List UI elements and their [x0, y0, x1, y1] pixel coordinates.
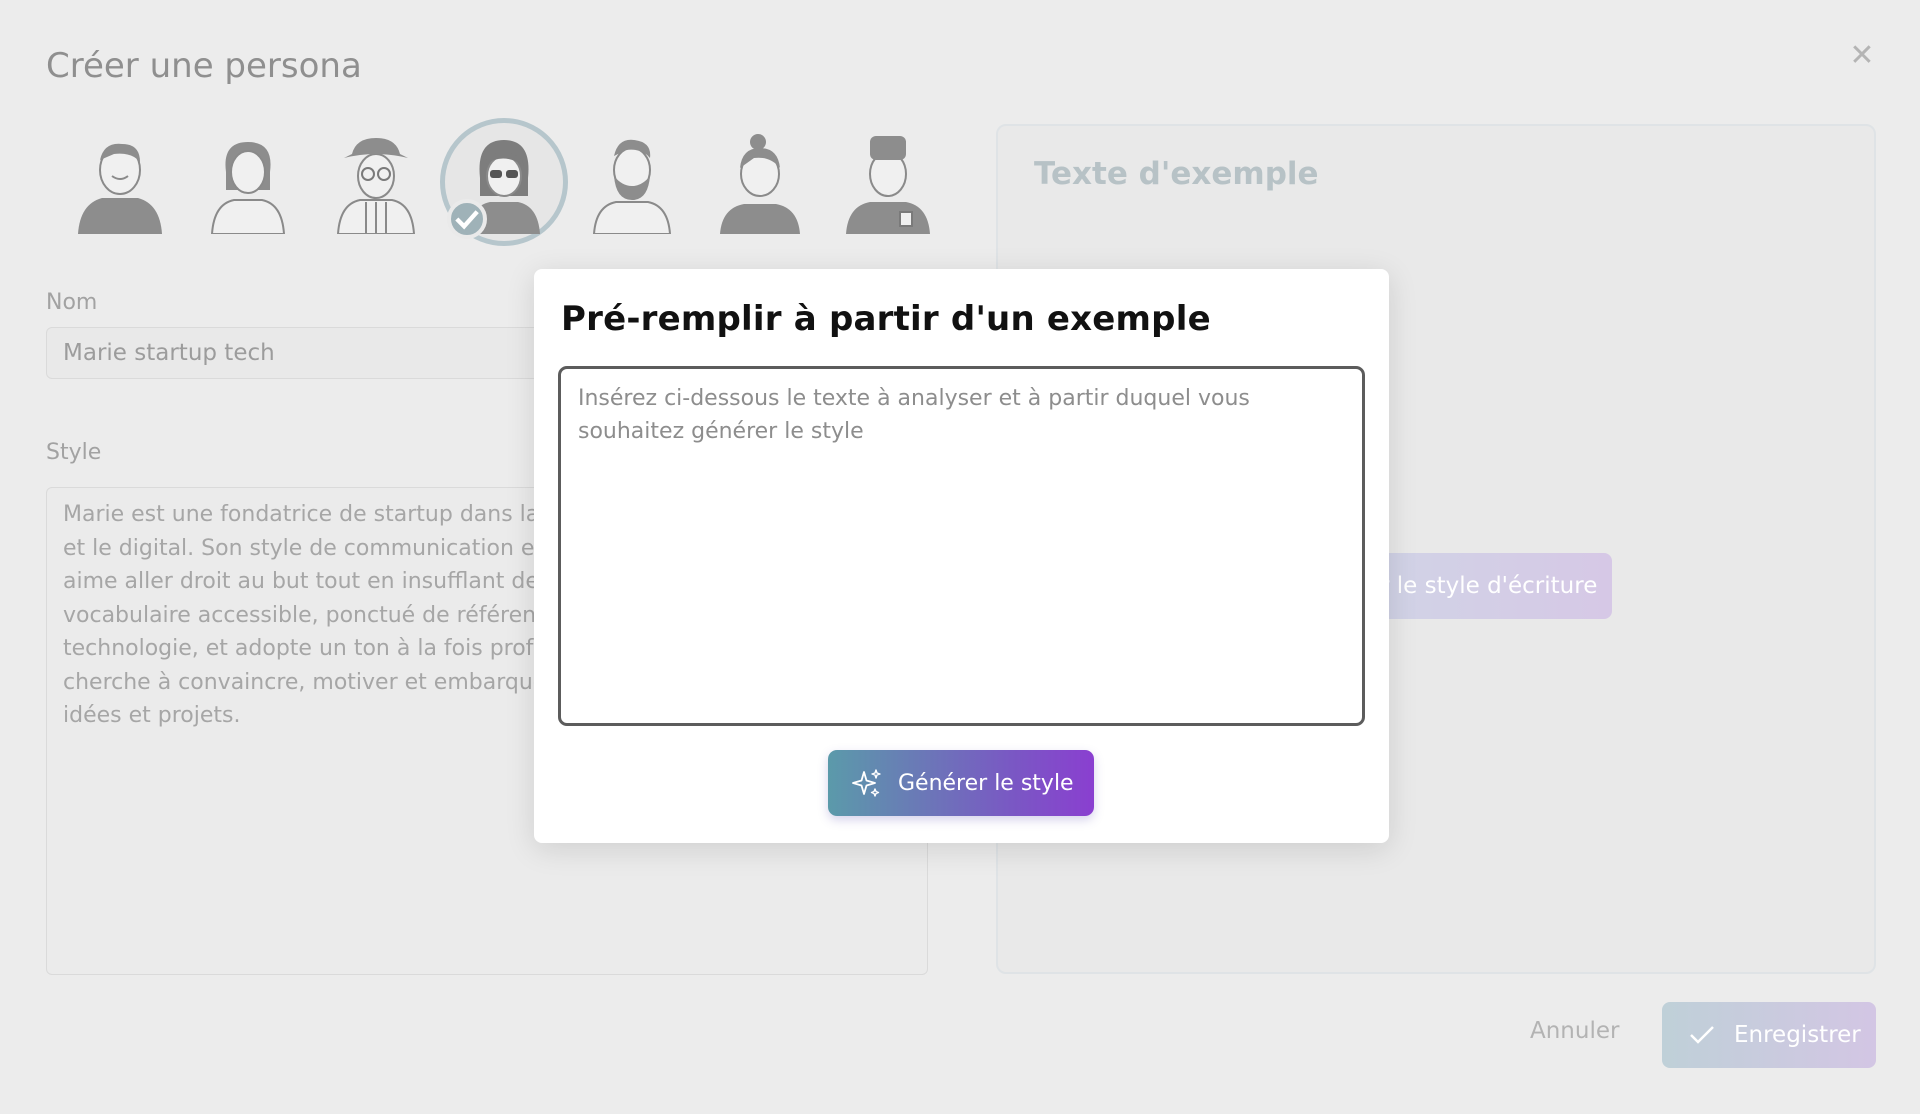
cancel-button[interactable]: Annuler [1530, 1018, 1619, 1044]
dialog-title: Créer une persona [46, 46, 362, 86]
save-button[interactable]: Enregistrer [1662, 1002, 1876, 1068]
save-button-label: Enregistrer [1734, 1022, 1861, 1048]
checkmark-icon [1690, 1026, 1714, 1044]
avatar-woman-sunglasses[interactable] [440, 118, 568, 246]
generate-style-label: Générer le style [898, 770, 1074, 796]
avatar-man-coffee[interactable] [824, 118, 952, 246]
avatar-bearded-man[interactable] [568, 118, 696, 246]
modal-title: Pré-remplir à partir d'un exemple [561, 299, 1211, 339]
avatar-picker [56, 118, 952, 246]
close-icon[interactable]: ✕ [1848, 41, 1876, 71]
avatar-woman-shirt[interactable] [184, 118, 312, 246]
woman-bun-icon [720, 134, 800, 234]
style-label: Style [46, 440, 102, 465]
man-coffee-icon [846, 136, 930, 234]
man-tshirt-icon [78, 143, 162, 234]
selected-check-icon [447, 199, 487, 239]
man-hat-glasses-icon [336, 138, 416, 234]
prefill-from-example-modal: Pré-remplir à partir d'un exemple Génére… [534, 269, 1389, 843]
avatar-woman-bun[interactable] [696, 118, 824, 246]
name-label: Nom [46, 290, 98, 315]
sparkles-icon [852, 769, 881, 797]
example-text-input[interactable] [558, 366, 1365, 726]
bearded-man-icon [592, 139, 672, 234]
woman-shirt-icon [210, 142, 286, 234]
generate-style-button[interactable]: Générer le style [828, 750, 1094, 816]
example-text-title: Texte d'exemple [1034, 156, 1319, 192]
avatar-man-tshirt[interactable] [56, 118, 184, 246]
avatar-man-hat[interactable] [312, 118, 440, 246]
